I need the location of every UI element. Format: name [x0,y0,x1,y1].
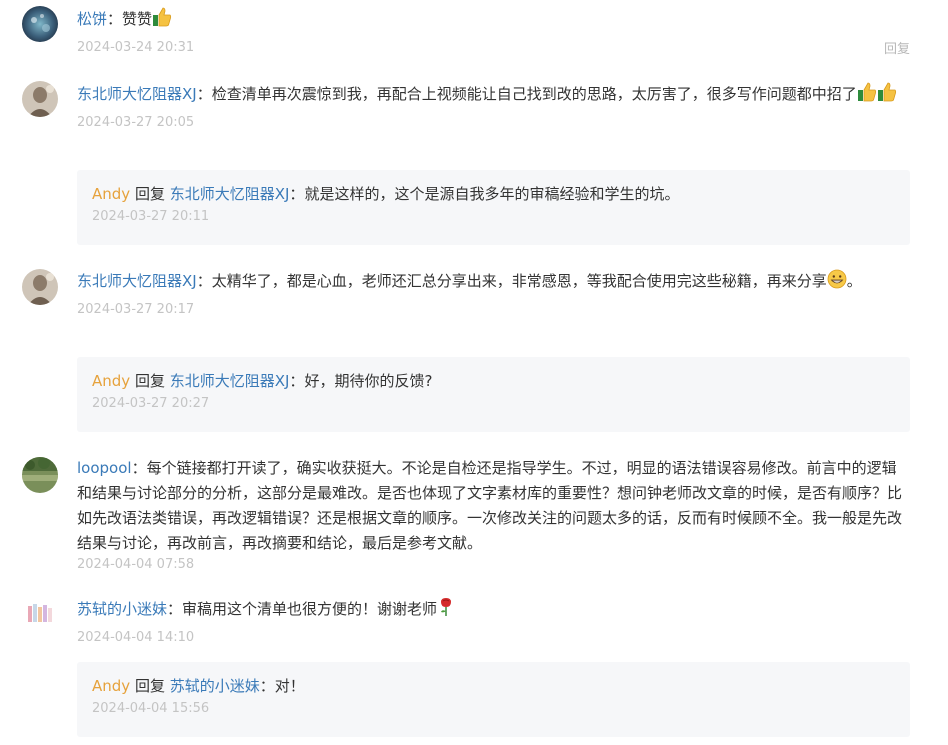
reply-content: 好，期待你的反馈? [304,372,433,390]
thumbs-up-icon [877,82,897,110]
comment-time: 2024-03-27 20:05 [77,115,195,130]
separator: ： [289,372,305,390]
separator: ： [196,272,212,290]
comment-time: 2024-04-04 14:10 [77,630,195,645]
comment-content: 审稿用这个清单也很方便的！谢谢老师 [182,600,438,618]
reply-verb: 回复 [130,677,170,695]
rose-icon [437,597,455,625]
comment-content: 太精华了，都是心血，老师还汇总分享出来，非常感恩，等我配合使用完这些秘籍，再来分… [211,272,827,290]
comment-body: loopool：每个链接都打开读了，确实收获挺大。不论是自检还是指导学生。不过，… [77,456,909,575]
comment-author[interactable]: 东北师大忆阻器XJ [77,85,197,103]
comment-content-end: 。 [846,272,862,290]
comment-content: 每个链接都打开读了，确实收获挺大。不论是自检还是指导学生。不过，明显的语法错误容… [77,459,903,552]
reply-verb: 回复 [130,372,170,390]
reply-button[interactable]: 回复 [884,38,910,57]
comment-author[interactable]: 松饼 [77,10,107,28]
reply-target[interactable]: 苏轼的小迷妹 [170,677,260,695]
separator: ： [167,600,183,618]
comment-content: 检查清单再次震惊到我，再配合上视频能让自己找到改的思路，太厉害了，很多写作问题都… [211,85,857,103]
comment-body: 东北师大忆阻器XJ：检查清单再次震惊到我，再配合上视频能让自己找到改的思路，太厉… [77,82,909,133]
reply-content: 对！ [274,677,305,695]
comment-time: 2024-03-24 20:31 [77,40,195,55]
reply-box: Andy 回复 东北师大忆阻器XJ：好，期待你的反馈? 2024-03-27 2… [77,357,910,432]
reply-time: 2024-03-27 20:11 [92,209,210,224]
reply-text: Andy 回复 苏轼的小迷妹：对！ [92,674,895,699]
avatar[interactable] [22,269,58,305]
reply-target[interactable]: 东北师大忆阻器XJ [170,185,290,203]
reply-verb: 回复 [130,185,170,203]
reply-author[interactable]: Andy [92,185,130,203]
reply-box: Andy 回复 东北师大忆阻器XJ：就是这样的，这个是源自我多年的审稿经验和学生… [77,170,910,245]
separator: ： [289,185,305,203]
thumbs-up-icon [857,82,877,110]
reply-time: 2024-04-04 15:56 [92,701,210,716]
comment-time: 2024-03-27 20:17 [77,302,195,317]
avatar[interactable] [22,6,58,42]
comment-author[interactable]: loopool [77,459,132,477]
comment-body: 苏轼的小迷妹：审稿用这个清单也很方便的！谢谢老师 2024-04-04 14:1… [77,597,909,648]
reply-target[interactable]: 东北师大忆阻器XJ [170,372,290,390]
comment-text: 苏轼的小迷妹：审稿用这个清单也很方便的！谢谢老师 [77,597,909,625]
comment-body: 松饼：赞赞 2024-03-24 20:31 [77,7,909,58]
comment-body: 东北师大忆阻器XJ：太精华了，都是心血，老师还汇总分享出来，非常感恩，等我配合使… [77,269,909,320]
separator: ： [131,459,147,477]
reply-box: Andy 回复 苏轼的小迷妹：对！ 2024-04-04 15:56 [77,662,910,737]
reply-text: Andy 回复 东北师大忆阻器XJ：就是这样的，这个是源自我多年的审稿经验和学生… [92,182,895,207]
reply-text: Andy 回复 东北师大忆阻器XJ：好，期待你的反馈? [92,369,895,394]
comment-author[interactable]: 东北师大忆阻器XJ [77,272,197,290]
comment-text: 东北师大忆阻器XJ：检查清单再次震惊到我，再配合上视频能让自己找到改的思路，太厉… [77,82,909,110]
comment-content: 赞赞 [122,10,153,28]
grinning-face-icon [827,269,847,297]
comment-time: 2024-04-04 07:58 [77,557,195,572]
separator: ： [259,677,275,695]
separator: ： [196,85,212,103]
reply-time: 2024-03-27 20:27 [92,396,210,411]
thumbs-up-icon [152,7,172,35]
avatar[interactable] [22,597,58,633]
avatar[interactable] [22,81,58,117]
separator: ： [107,10,123,28]
comment-text: 东北师大忆阻器XJ：太精华了，都是心血，老师还汇总分享出来，非常感恩，等我配合使… [77,269,909,297]
reply-author[interactable]: Andy [92,372,130,390]
comment-author[interactable]: 苏轼的小迷妹 [77,600,167,618]
comment-text: 松饼：赞赞 [77,7,909,35]
comment-text: loopool：每个链接都打开读了，确实收获挺大。不论是自检还是指导学生。不过，… [77,456,909,556]
reply-author[interactable]: Andy [92,677,130,695]
avatar[interactable] [22,457,58,493]
reply-content: 就是这样的，这个是源自我多年的审稿经验和学生的坑。 [304,185,680,203]
